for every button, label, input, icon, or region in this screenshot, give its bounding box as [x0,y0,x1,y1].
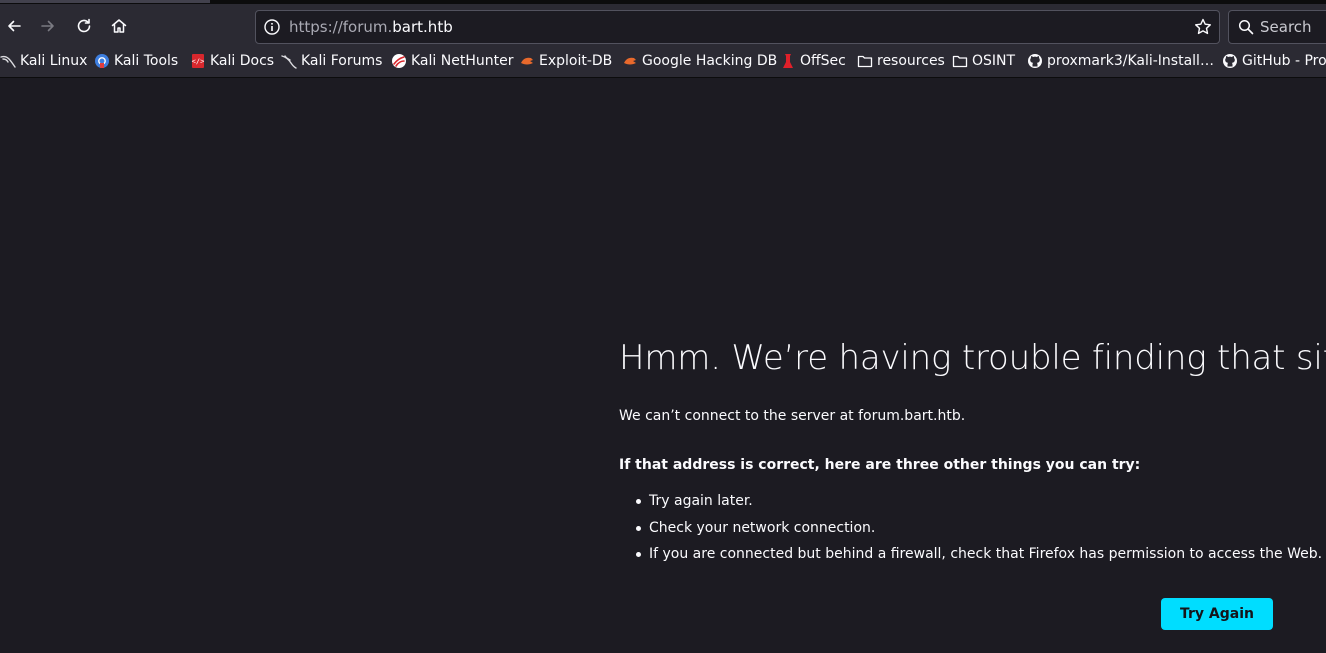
svg-text:</>: </> [192,58,205,66]
url-host: bart.htb [392,18,453,36]
error-subtitle: If that address is correct, here are thr… [619,457,1141,473]
bookmark-kali-tools[interactable]: Kali Tools [94,51,178,71]
url-prefix: https://forum. [289,18,393,36]
exploit-db-icon [624,57,636,65]
offsec-icon [783,54,793,68]
forward-button[interactable] [34,12,62,40]
bookmark-github[interactable]: GitHub - Pro [1222,51,1326,71]
search-icon [1238,19,1254,35]
bookmark-kali-docs[interactable]: </> Kali Docs [190,51,274,71]
site-info-icon[interactable] [263,18,281,36]
forward-icon [41,20,54,32]
bookmark-label: Kali Forums [301,53,383,69]
bookmark-kali-nethunter[interactable]: Kali NetHunter [391,51,513,71]
bookmark-folder-resources[interactable]: resources [857,51,945,71]
bookmark-label: Kali NetHunter [411,53,514,69]
bookmark-label: proxmark3/Kali-Install… [1047,53,1214,69]
home-button[interactable] [105,12,133,40]
folder-icon [952,55,968,68]
reload-button[interactable] [70,12,98,40]
back-icon [8,20,21,32]
github-icon [1223,54,1237,68]
suggestion-item: If you are connected but behind a firewa… [619,541,1322,568]
bookmark-proxmark3[interactable]: proxmark3/Kali-Install… [1027,51,1214,71]
bookmark-kali-forums[interactable]: Kali Forums [281,51,382,71]
bookmark-label: OSINT [972,53,1016,69]
try-again-button[interactable]: Try Again [1161,598,1273,630]
url-text[interactable]: https://forum.bart.htb [289,18,453,36]
bookmark-exploit-db[interactable]: Exploit-DB [519,51,612,71]
bookmark-label: Kali Linux [20,53,88,69]
suggestion-list: Try again later. Check your network conn… [619,488,1322,568]
error-description: We can’t connect to the server at forum.… [619,408,966,424]
bookmark-label: OffSec [800,53,846,69]
bookmark-folder-osint[interactable]: OSINT [952,51,1015,71]
search-placeholder: Search [1260,18,1312,36]
folder-icon [857,55,873,68]
tab-strip-edge [0,0,210,3]
bookmark-offsec[interactable]: OffSec [780,51,846,71]
browser-toolbar: https://forum.bart.htb Search [0,0,1326,44]
url-bar[interactable]: https://forum.bart.htb [255,10,1220,44]
bookmarks-toolbar: Kali Linux Kali Tools </> Kali Docs Kali… [0,44,1326,78]
bookmark-kali-linux[interactable]: Kali Linux [0,51,87,71]
error-title: Hmm. We’re having trouble finding that s… [619,338,1326,378]
github-icon [1028,54,1042,68]
back-button[interactable] [0,12,28,40]
kali-dragon-icon [0,55,16,68]
home-icon [111,19,127,33]
bookmark-google-hacking-db[interactable]: Google Hacking DB [622,51,777,71]
bookmark-label: Kali Docs [210,53,275,69]
bookmark-label: Exploit-DB [539,53,613,69]
suggestion-item: Try again later. [619,488,1322,515]
reload-icon [77,18,91,33]
search-bar[interactable]: Search [1228,10,1326,44]
kali-docs-icon: </> [192,54,205,68]
bookmark-label: Kali Tools [114,53,179,69]
bookmark-label: Google Hacking DB [642,53,778,69]
kali-tools-icon [95,54,109,68]
suggestion-item: Check your network connection. [619,515,1322,542]
bookmark-star-icon[interactable] [1193,17,1213,37]
bookmark-label: GitHub - Pro [1242,53,1326,69]
bookmark-label: resources [877,53,945,69]
exploit-db-icon [521,57,533,65]
nethunter-icon [392,54,406,68]
kali-dragon-icon [281,55,297,69]
